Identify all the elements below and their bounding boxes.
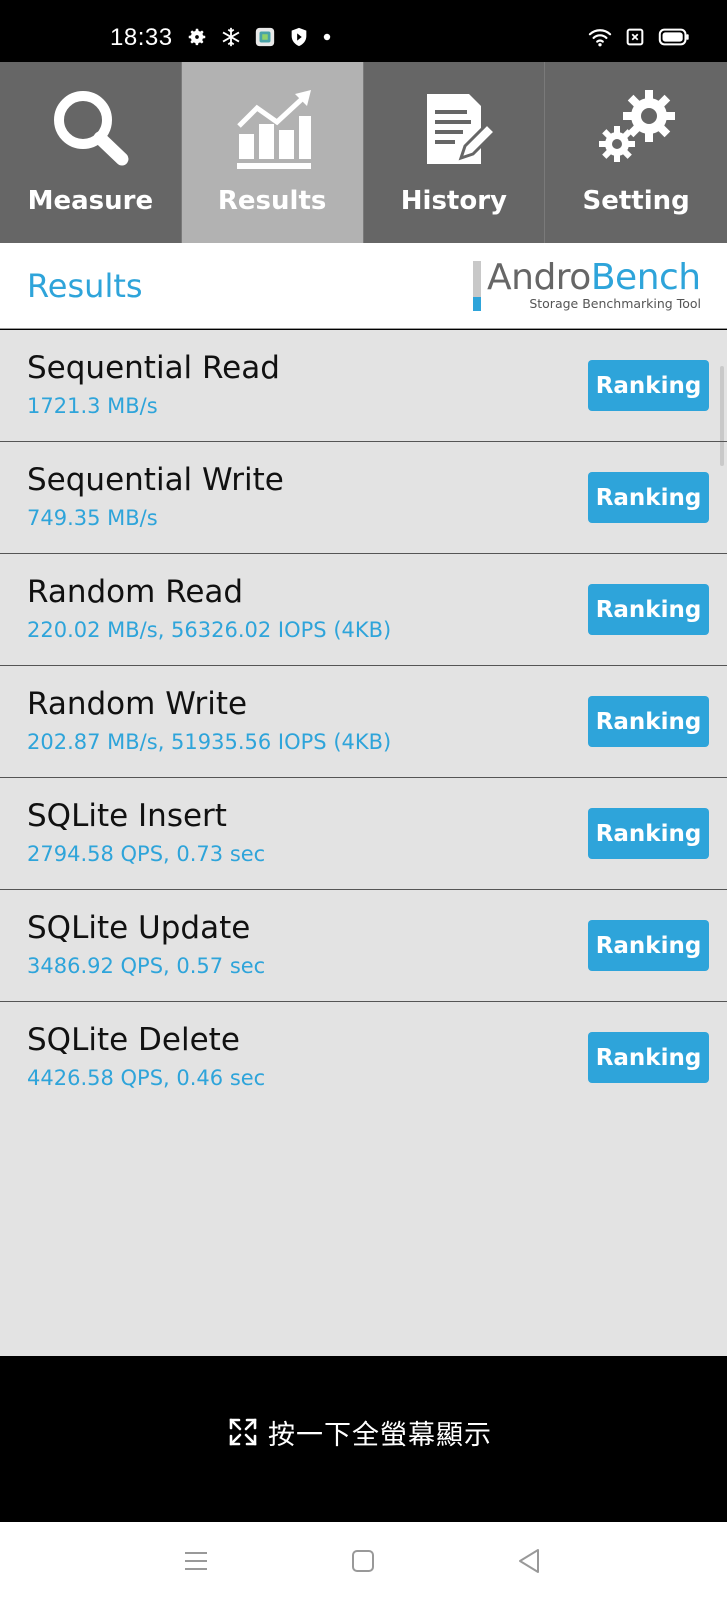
result-value: 3486.92 QPS, 0.57 sec bbox=[27, 954, 266, 978]
result-name: Random Write bbox=[27, 686, 248, 722]
page-title: Results bbox=[27, 267, 143, 305]
ranking-button[interactable]: Ranking bbox=[588, 472, 709, 523]
status-icons-left bbox=[186, 26, 332, 48]
result-row-sequential-read: Sequential Read 1721.3 MB/s Ranking bbox=[0, 330, 727, 442]
result-name: Sequential Read bbox=[27, 350, 280, 386]
tab-setting[interactable]: Setting bbox=[545, 62, 727, 243]
tab-label: Results bbox=[217, 186, 327, 216]
tab-label: Measure bbox=[27, 186, 154, 216]
result-row-sequential-write: Sequential Write 749.35 MB/s Ranking bbox=[0, 442, 727, 554]
result-value: 1721.3 MB/s bbox=[27, 394, 158, 418]
gear-icon bbox=[188, 28, 206, 46]
ranking-button[interactable]: Ranking bbox=[588, 584, 709, 635]
document-edit-icon bbox=[426, 94, 497, 164]
result-name: Random Read bbox=[27, 574, 244, 610]
app-notification-icon bbox=[255, 27, 275, 47]
ranking-button[interactable]: Ranking bbox=[588, 808, 709, 859]
result-value: 2794.58 QPS, 0.73 sec bbox=[27, 842, 266, 866]
tab-bar: Measure Results History Setting bbox=[0, 62, 727, 243]
magnifier-icon bbox=[54, 91, 129, 166]
battery-icon bbox=[658, 28, 689, 46]
ranking-button[interactable]: Ranking bbox=[588, 920, 709, 971]
status-icons-right bbox=[587, 26, 691, 48]
result-name: SQLite Delete bbox=[27, 1022, 240, 1058]
ranking-button[interactable]: Ranking bbox=[588, 696, 709, 747]
back-icon[interactable] bbox=[514, 1546, 544, 1576]
fullscreen-label: 按一下全螢幕顯示 bbox=[268, 1419, 492, 1451]
result-name: SQLite Update bbox=[27, 910, 251, 946]
ranking-button[interactable]: Ranking bbox=[588, 360, 709, 411]
chart-icon bbox=[237, 90, 312, 169]
logo-bar-accent bbox=[473, 297, 481, 311]
shield-icon bbox=[291, 27, 307, 47]
menu-icon[interactable] bbox=[181, 1546, 211, 1576]
fullscreen-banner: 按一下全螢幕顯示 bbox=[0, 1356, 727, 1522]
fullscreen-button[interactable]: 按一下全螢幕顯示 bbox=[228, 1412, 492, 1452]
tab-label: Setting bbox=[582, 186, 690, 216]
result-value: 220.02 MB/s, 56326.02 IOPS (4KB) bbox=[27, 618, 392, 642]
result-value: 4426.58 QPS, 0.46 sec bbox=[27, 1066, 266, 1090]
system-nav-bar bbox=[0, 1522, 727, 1600]
logo-subtitle: Storage Benchmarking Tool bbox=[529, 296, 701, 311]
status-bar: 18:33 bbox=[0, 0, 727, 62]
wifi-icon bbox=[588, 29, 612, 47]
result-value: 749.35 MB/s bbox=[27, 506, 158, 530]
result-row-random-write: Random Write 202.87 MB/s, 51935.56 IOPS … bbox=[0, 666, 727, 778]
result-row-random-read: Random Read 220.02 MB/s, 56326.02 IOPS (… bbox=[0, 554, 727, 666]
logo-text: AndroBench bbox=[487, 257, 701, 298]
logo-bar bbox=[473, 261, 481, 297]
result-value: 202.87 MB/s, 51935.56 IOPS (4KB) bbox=[27, 730, 392, 754]
result-row-sqlite-insert: SQLite Insert 2794.58 QPS, 0.73 sec Rank… bbox=[0, 778, 727, 890]
results-list[interactable]: Sequential Read 1721.3 MB/s Ranking Sequ… bbox=[0, 330, 727, 1356]
result-name: SQLite Insert bbox=[27, 798, 227, 834]
logo-text-andro: Andro bbox=[487, 257, 591, 298]
result-name: Sequential Write bbox=[27, 462, 284, 498]
results-header: Results AndroBench Storage Benchmarking … bbox=[0, 243, 727, 329]
status-time: 18:33 bbox=[110, 24, 173, 51]
gears-icon bbox=[599, 90, 676, 162]
result-row-sqlite-update: SQLite Update 3486.92 QPS, 0.57 sec Rank… bbox=[0, 890, 727, 1002]
snowflake-icon bbox=[222, 27, 240, 47]
sim-icon bbox=[626, 28, 644, 46]
ranking-button[interactable]: Ranking bbox=[588, 1032, 709, 1083]
tab-label: History bbox=[400, 186, 507, 216]
home-icon[interactable] bbox=[348, 1546, 378, 1576]
expand-icon bbox=[229, 1418, 257, 1446]
result-row-sqlite-delete: SQLite Delete 4426.58 QPS, 0.46 sec Rank… bbox=[0, 1002, 727, 1114]
tab-results[interactable]: Results bbox=[181, 62, 364, 243]
tab-measure[interactable]: Measure bbox=[0, 62, 182, 243]
dot-icon bbox=[323, 33, 331, 41]
logo-text-bench: Bench bbox=[590, 257, 701, 298]
androbench-logo: AndroBench Storage Benchmarking Tool bbox=[473, 257, 701, 313]
tab-history[interactable]: History bbox=[364, 62, 546, 243]
